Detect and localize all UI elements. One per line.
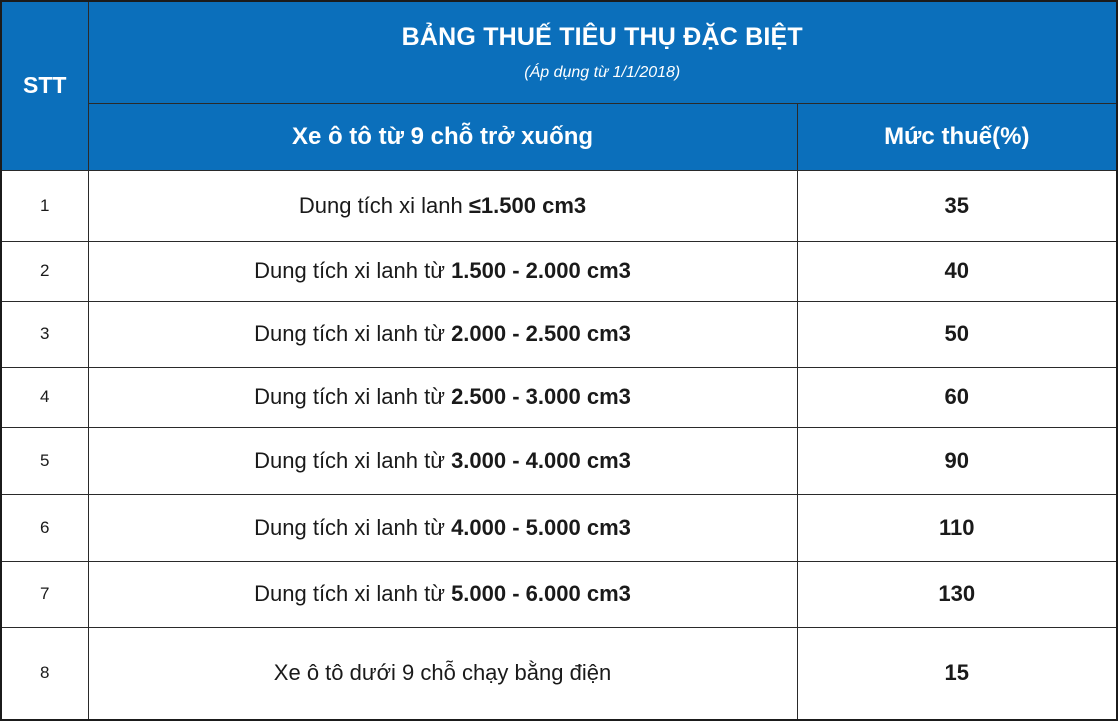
capacity-range: 3.000 - 4.000 cm3 bbox=[451, 447, 631, 473]
capacity-range: 2.000 - 2.500 cm3 bbox=[451, 321, 631, 346]
description-text: Dung tích xi lanh từ bbox=[254, 447, 452, 473]
table-row: 1 Dung tích xi lanh ≤1.500 cm3 35 bbox=[0, 169, 1118, 242]
rate-cell: 90 bbox=[796, 426, 1118, 495]
capacity-range: 5.000 - 6.000 cm3 bbox=[451, 581, 631, 606]
description-cell: Dung tích xi lanh từ 4.000 - 5.000 cm3 bbox=[87, 493, 798, 562]
description-text: Dung tích xi lanh từ bbox=[254, 321, 452, 346]
stt-cell: 3 bbox=[0, 300, 89, 368]
column-header-row: Xe ô tô từ 9 chỗ trở xuống Mức thuế(%) bbox=[1, 102, 1118, 171]
table-row: 5 Dung tích xi lanh từ 3.000 - 4.000 cm3… bbox=[0, 426, 1118, 495]
rate-cell: 110 bbox=[796, 493, 1118, 562]
rate-cell: 35 bbox=[796, 169, 1118, 242]
table-row: 3 Dung tích xi lanh từ 2.000 - 2.500 cm3… bbox=[0, 300, 1118, 368]
description-cell: Dung tích xi lanh từ 3.000 - 4.000 cm3 bbox=[87, 426, 798, 495]
rate-cell: 15 bbox=[796, 626, 1118, 721]
title-cell: BẢNG THUẾ TIÊU THỤ ĐẶC BIỆT (Áp dụng từ … bbox=[87, 0, 1118, 104]
rate-column-header: Mức thuế(%) bbox=[796, 102, 1118, 171]
table-subtitle: (Áp dụng từ 1/1/2018) bbox=[524, 63, 681, 81]
stt-cell: 7 bbox=[0, 560, 89, 628]
table-row: 2 Dung tích xi lanh từ 1.500 - 2.000 cm3… bbox=[0, 240, 1118, 302]
description-text: Dung tích xi lanh từ bbox=[254, 514, 452, 540]
stt-cell: 2 bbox=[0, 240, 89, 302]
capacity-range: 1.500 - 2.000 cm3 bbox=[451, 258, 631, 283]
rate-cell: 50 bbox=[796, 300, 1118, 368]
stt-cell: 8 bbox=[0, 626, 89, 721]
description-cell: Dung tích xi lanh từ 2.000 - 2.500 cm3 bbox=[87, 300, 798, 368]
capacity-range: 2.500 - 3.000 cm3 bbox=[451, 384, 631, 409]
rate-cell: 130 bbox=[796, 560, 1118, 628]
capacity-range: 4.000 - 5.000 cm3 bbox=[451, 514, 631, 540]
stt-cell: 1 bbox=[0, 169, 89, 242]
title-row: STT BẢNG THUẾ TIÊU THỤ ĐẶC BIỆT (Áp dụng… bbox=[0, 0, 1118, 171]
description-text: Dung tích xi lanh bbox=[298, 192, 469, 218]
description-cell: Dung tích xi lanh ≤1.500 cm3 bbox=[87, 169, 798, 242]
description-text: Dung tích xi lanh từ bbox=[254, 581, 452, 606]
stt-cell: 5 bbox=[0, 426, 89, 495]
stt-header: STT bbox=[0, 0, 89, 171]
vehicle-column-header: Xe ô tô từ 9 chỗ trở xuống bbox=[87, 102, 798, 171]
table-row: 4 Dung tích xi lanh từ 2.500 - 3.000 cm3… bbox=[0, 366, 1118, 428]
capacity-range: ≤1.500 cm3 bbox=[468, 192, 587, 218]
table-row: 7 Dung tích xi lanh từ 5.000 - 6.000 cm3… bbox=[0, 560, 1118, 628]
rate-cell: 40 bbox=[796, 240, 1118, 302]
description-text: Dung tích xi lanh từ bbox=[254, 258, 452, 283]
description-cell: Dung tích xi lanh từ 1.500 - 2.000 cm3 bbox=[87, 240, 798, 302]
description-cell: Dung tích xi lanh từ 2.500 - 3.000 cm3 bbox=[87, 366, 798, 428]
stt-cell: 4 bbox=[0, 366, 89, 428]
stt-cell: 6 bbox=[0, 493, 89, 562]
table-row: 8 Xe ô tô dưới 9 chỗ chạy bằng điện 15 bbox=[0, 626, 1118, 721]
description-text: Xe ô tô dưới 9 chỗ chạy bằng điện bbox=[273, 660, 612, 686]
table-row: 6 Dung tích xi lanh từ 4.000 - 5.000 cm3… bbox=[0, 493, 1118, 562]
description-text: Dung tích xi lanh từ bbox=[254, 384, 452, 409]
tax-table: STT BẢNG THUẾ TIÊU THỤ ĐẶC BIỆT (Áp dụng… bbox=[0, 0, 1118, 721]
rate-cell: 60 bbox=[796, 366, 1118, 428]
table-title: BẢNG THUẾ TIÊU THỤ ĐẶC BIỆT bbox=[401, 22, 803, 51]
description-cell: Xe ô tô dưới 9 chỗ chạy bằng điện bbox=[87, 626, 798, 721]
description-cell: Dung tích xi lanh từ 5.000 - 6.000 cm3 bbox=[87, 560, 798, 628]
